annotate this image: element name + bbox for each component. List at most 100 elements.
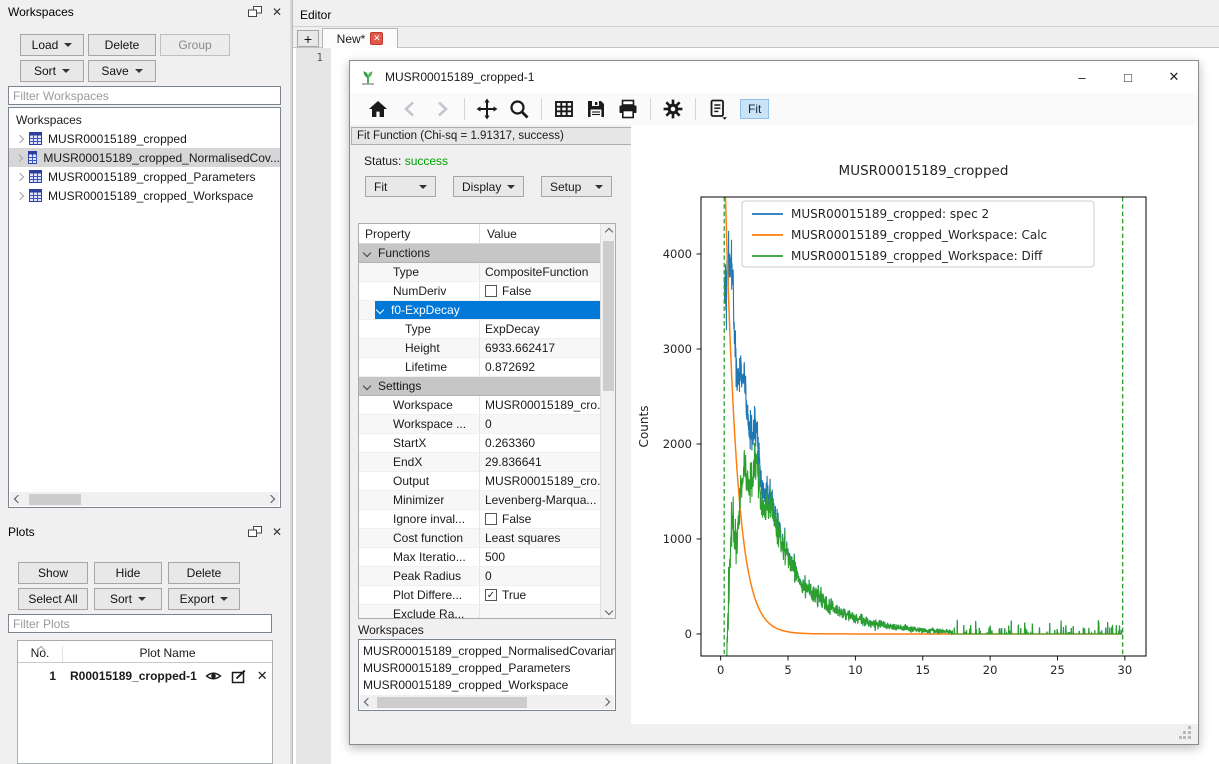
output-workspace-item[interactable]: MUSR00015189_cropped_Workspace: [363, 677, 615, 694]
workspace-tree-item[interactable]: MUSR00015189_cropped_NormalisedCov...: [9, 148, 280, 167]
scrollbar-thumb[interactable]: [377, 697, 527, 708]
scroll-up-icon[interactable]: [604, 227, 612, 235]
dropdown-arrow-icon: [62, 69, 70, 73]
property-row[interactable]: MinimizerLevenberg-Marqua...: [359, 491, 602, 510]
visibility-eye-icon[interactable]: [205, 669, 222, 683]
tab-close-icon[interactable]: ✕: [370, 32, 383, 45]
save-workspace-button[interactable]: Save: [88, 60, 156, 82]
save-icon[interactable]: [582, 96, 610, 122]
property-column-header[interactable]: Property: [359, 224, 479, 243]
dock-close-icon[interactable]: ✕: [272, 526, 282, 538]
fit-plot[interactable]: MUSR00015189_croppedCounts05101520253001…: [631, 125, 1198, 725]
tree-expand-icon[interactable]: [16, 191, 24, 199]
display-menu-button[interactable]: Display: [453, 176, 524, 197]
property-row[interactable]: Workspace ...0: [359, 415, 602, 434]
plot-list-row[interactable]: 1R00015189_cropped-1✕: [18, 663, 272, 689]
property-row[interactable]: StartX0.263360: [359, 434, 602, 453]
property-grid-vscrollbar[interactable]: [600, 224, 615, 618]
home-icon[interactable]: [364, 96, 392, 122]
delete-workspace-button[interactable]: Delete: [88, 34, 156, 56]
fit-window-titlebar[interactable]: MUSR00015189_cropped-1 – □ ✕: [350, 61, 1198, 93]
dock-close-icon[interactable]: ✕: [272, 6, 282, 18]
property-group-row[interactable]: Functions: [359, 244, 602, 263]
scroll-left-icon[interactable]: [14, 495, 22, 503]
property-row[interactable]: Ignore inval...False: [359, 510, 602, 529]
dock-float-icon[interactable]: [248, 6, 262, 18]
scroll-right-icon[interactable]: [602, 698, 610, 706]
scroll-down-icon[interactable]: [604, 606, 612, 614]
hide-plot-button[interactable]: Hide: [94, 562, 162, 584]
workspaces-tree-hscrollbar[interactable]: [10, 492, 279, 506]
scroll-left-icon[interactable]: [364, 698, 372, 706]
property-row[interactable]: Peak Radius0: [359, 567, 602, 586]
fit-menu-button[interactable]: Fit: [365, 176, 436, 197]
y-tick-label: 4000: [663, 247, 692, 261]
group-button[interactable]: Group: [160, 34, 230, 56]
plots-col-name[interactable]: Plot Name: [63, 646, 272, 662]
collapse-icon[interactable]: [363, 249, 371, 257]
output-workspace-item[interactable]: MUSR00015189_cropped_Parameters: [363, 660, 615, 677]
scroll-right-icon[interactable]: [267, 495, 275, 503]
checkbox-icon[interactable]: [485, 513, 497, 525]
edit-plot-icon[interactable]: [231, 669, 247, 684]
property-group-row[interactable]: Settings: [359, 377, 602, 396]
workspace-tree-item[interactable]: MUSR00015189_cropped_Parameters: [9, 167, 280, 186]
delete-plot-button[interactable]: Delete: [168, 562, 240, 584]
value-column-header[interactable]: Value: [479, 224, 517, 243]
property-row[interactable]: OutputMUSR00015189_cro...: [359, 472, 602, 491]
tree-expand-icon[interactable]: [16, 154, 24, 162]
generate-script-icon[interactable]: [704, 96, 732, 122]
collapse-icon[interactable]: [363, 382, 371, 390]
maximize-button[interactable]: □: [1112, 65, 1144, 89]
workspace-tree-item[interactable]: MUSR00015189_cropped: [9, 129, 280, 148]
tree-expand-icon[interactable]: [16, 134, 24, 142]
tree-expand-icon[interactable]: [16, 172, 24, 180]
resize-grip-icon[interactable]: [1179, 726, 1192, 739]
checkbox-icon[interactable]: ✓: [485, 589, 497, 601]
property-row[interactable]: NumDerivFalse: [359, 282, 602, 301]
fit-window-title: MUSR00015189_cropped-1: [385, 70, 534, 84]
scrollbar-thumb[interactable]: [603, 241, 614, 391]
property-row[interactable]: f0-ExpDecay: [359, 301, 602, 320]
back-icon[interactable]: [396, 96, 424, 122]
plot-legend[interactable]: MUSR00015189_cropped: spec 2MUSR00015189…: [742, 201, 1094, 267]
print-icon[interactable]: [614, 96, 642, 122]
dock-float-icon[interactable]: [248, 526, 262, 538]
close-button[interactable]: ✕: [1158, 65, 1190, 89]
export-plots-button[interactable]: Export: [168, 588, 240, 610]
property-row[interactable]: Lifetime0.872692: [359, 358, 602, 377]
fit-workspaces-hscrollbar[interactable]: [360, 695, 614, 709]
filter-plots-input[interactable]: [8, 614, 272, 633]
customize-icon[interactable]: [659, 96, 687, 122]
scrollbar-thumb[interactable]: [29, 494, 81, 505]
workspace-tree-item[interactable]: MUSR00015189_cropped_Workspace: [9, 186, 280, 205]
property-row[interactable]: Cost functionLeast squares: [359, 529, 602, 548]
close-plot-icon[interactable]: ✕: [257, 668, 268, 684]
property-row[interactable]: TypeCompositeFunction: [359, 263, 602, 282]
sort-workspaces-button[interactable]: Sort: [20, 60, 84, 82]
x-tick-label: 20: [983, 663, 998, 677]
setup-menu-button[interactable]: Setup: [541, 176, 612, 197]
filter-workspaces-input[interactable]: [8, 86, 281, 105]
property-row[interactable]: TypeExpDecay: [359, 320, 602, 339]
minimize-button[interactable]: –: [1066, 65, 1098, 89]
grid-icon[interactable]: [550, 96, 578, 122]
property-row[interactable]: Max Iteratio...500: [359, 548, 602, 567]
show-plot-button[interactable]: Show: [18, 562, 88, 584]
property-row[interactable]: Plot Differe...✓True: [359, 586, 602, 605]
output-workspace-item[interactable]: MUSR00015189_cropped_NormalisedCovarianc: [363, 643, 615, 660]
property-row[interactable]: WorkspaceMUSR00015189_cro...: [359, 396, 602, 415]
property-row[interactable]: EndX29.836641: [359, 453, 602, 472]
property-row[interactable]: Height6933.662417: [359, 339, 602, 358]
load-button[interactable]: Load: [20, 34, 84, 56]
zoom-icon[interactable]: [505, 96, 533, 122]
property-row[interactable]: Exclude Ra...: [359, 605, 602, 619]
forward-icon[interactable]: [428, 96, 456, 122]
select-all-plots-button[interactable]: Select All: [18, 588, 88, 610]
checkbox-icon[interactable]: [485, 285, 497, 297]
tab-new-script[interactable]: New* ✕: [322, 28, 398, 48]
sort-plots-button[interactable]: Sort: [94, 588, 162, 610]
new-tab-button[interactable]: +: [297, 30, 319, 47]
fit-toggle-button[interactable]: Fit: [740, 99, 769, 119]
pan-icon[interactable]: [473, 96, 501, 122]
